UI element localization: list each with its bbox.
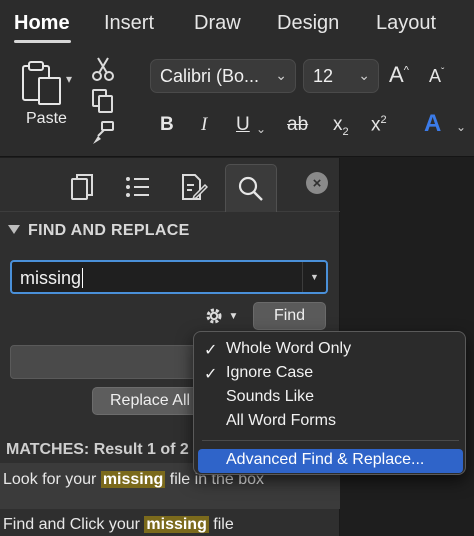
paste-icon[interactable] xyxy=(20,60,66,110)
paste-options-chevron-icon[interactable]: ▾ xyxy=(66,72,72,86)
copy-icon[interactable] xyxy=(90,88,116,114)
tab-navigation-headings[interactable] xyxy=(168,165,220,209)
document-edit-icon xyxy=(182,174,208,201)
collapse-triangle-icon xyxy=(8,225,20,234)
bold-button[interactable]: B xyxy=(160,114,174,136)
superscript-button[interactable]: x2 xyxy=(371,114,387,136)
find-button[interactable]: Find xyxy=(253,302,326,330)
search-input[interactable]: missing ▼ xyxy=(10,260,328,294)
search-history-chevron-icon[interactable]: ▼ xyxy=(302,262,326,292)
chevron-down-icon: ▼ xyxy=(228,310,239,322)
cut-icon[interactable] xyxy=(90,56,116,82)
menu-separator xyxy=(202,440,459,441)
underline-options-chevron-icon[interactable]: ⌄ xyxy=(256,122,266,136)
section-title[interactable]: FIND AND REPLACE xyxy=(8,222,190,240)
tab-navigation-pages[interactable] xyxy=(56,165,108,209)
replace-input[interactable] xyxy=(10,345,210,379)
underline-button[interactable]: U xyxy=(236,114,250,136)
menu-item-advanced-find-replace[interactable]: Advanced Find & Replace... xyxy=(198,449,463,473)
search-options-menu: ✓ Whole Word Only ✓ Ignore Case Sounds L… xyxy=(193,331,466,475)
pane-tabs: × xyxy=(0,158,340,212)
format-painter-icon[interactable] xyxy=(90,120,116,146)
subscript-button[interactable]: x2 xyxy=(333,114,349,138)
font-size-value: 12 xyxy=(313,65,334,86)
text-effects-chevron-icon[interactable]: ⌄ xyxy=(456,120,466,134)
tab-design[interactable]: Design xyxy=(277,12,339,35)
font-size-dropdown[interactable]: 12 ⌄ xyxy=(303,59,379,93)
italic-button[interactable]: I xyxy=(201,114,207,136)
tab-home[interactable]: Home xyxy=(14,12,70,35)
font-name-dropdown[interactable]: Calibri (Bo... ⌄ xyxy=(150,59,296,93)
match-highlight: missing xyxy=(100,471,166,488)
active-tab-indicator xyxy=(14,40,71,43)
close-icon[interactable]: × xyxy=(306,172,328,194)
text-cursor xyxy=(82,268,84,288)
strikethrough-button[interactable]: ab xyxy=(287,114,308,136)
grow-font-button[interactable]: A^ xyxy=(389,62,409,88)
tab-layout[interactable]: Layout xyxy=(376,12,436,35)
chevron-down-icon: ⌄ xyxy=(358,67,370,83)
checkmark-icon: ✓ xyxy=(204,342,218,359)
outline-list-icon xyxy=(126,177,149,197)
tab-insert[interactable]: Insert xyxy=(104,12,154,35)
menu-item-all-word-forms[interactable]: All Word Forms xyxy=(194,410,465,434)
text-effects-button[interactable]: A xyxy=(424,110,441,138)
replace-all-button[interactable]: Replace All xyxy=(92,387,202,415)
menu-item-sounds-like[interactable]: Sounds Like xyxy=(194,386,465,410)
search-icon xyxy=(238,176,263,201)
menu-item-whole-word-only[interactable]: ✓ Whole Word Only xyxy=(194,338,465,362)
match-highlight: missing xyxy=(144,516,209,533)
menu-item-ignore-case[interactable]: ✓ Ignore Case xyxy=(194,362,465,386)
gear-icon xyxy=(206,308,222,324)
result-row[interactable]: Find and Click your missing file xyxy=(0,511,340,536)
ribbon: Home Insert Draw Design Layout ▾ Paste C… xyxy=(0,0,474,157)
shrink-font-button[interactable]: Aˇ xyxy=(429,66,444,87)
ribbon-tabs: Home Insert Draw Design Layout xyxy=(0,0,474,48)
paste-label[interactable]: Paste xyxy=(26,110,67,128)
search-input-value: missing xyxy=(20,268,82,288)
search-options-button[interactable]: ▼ xyxy=(198,302,244,330)
tab-find-replace[interactable] xyxy=(225,164,277,212)
tab-draw[interactable]: Draw xyxy=(194,12,241,35)
chevron-down-icon: ⌄ xyxy=(275,67,287,83)
font-name-value: Calibri (Bo... xyxy=(160,65,260,86)
pages-icon xyxy=(71,174,93,200)
checkmark-icon: ✓ xyxy=(204,366,218,383)
tab-navigation-outline[interactable] xyxy=(112,165,164,209)
